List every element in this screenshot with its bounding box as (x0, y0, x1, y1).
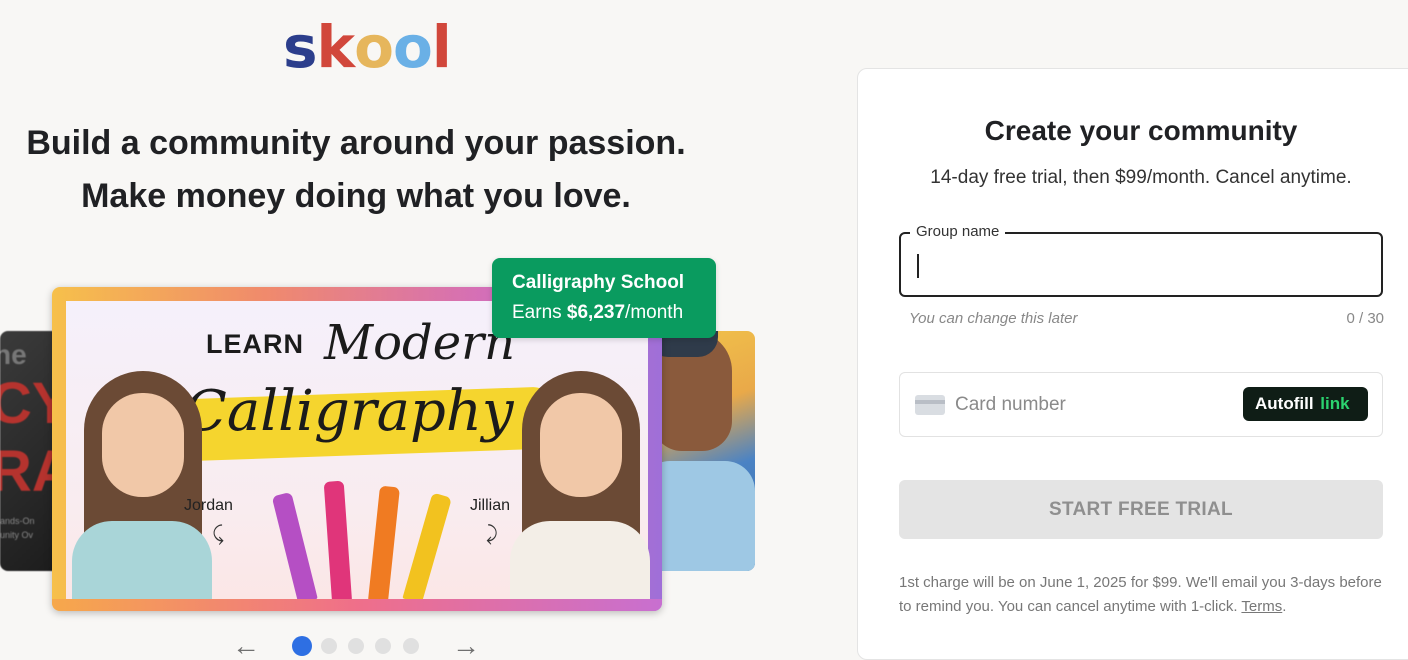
disclaimer-text: 1st charge will be on June 1, 2025 for $… (899, 574, 1382, 615)
group-name-hint: You can change this later (909, 310, 1078, 327)
badge-earnings: Earns $6,237/month (512, 302, 696, 324)
terms-suffix: . (1282, 598, 1287, 615)
create-community-panel: Create your community 14-day free trial,… (857, 68, 1408, 660)
marker-yellow (402, 492, 452, 604)
credit-card-icon (915, 395, 945, 415)
instructor-jordan-photo (66, 371, 216, 611)
card-image: LEARN Modern Calligraphy Jordan ⤹ Jillia… (66, 301, 650, 611)
logo-letter: s (283, 13, 318, 81)
label-jillian: Jillian (470, 497, 511, 514)
link-brand-label: link (1320, 394, 1350, 413)
logo-letter: k (316, 13, 356, 81)
skool-logo[interactable]: skool (283, 13, 452, 81)
card-number-field[interactable]: Card number Autofill link (899, 372, 1383, 437)
carousel-dot-1[interactable] (292, 636, 312, 656)
label-jordan: Jordan (184, 497, 233, 514)
earnings-badge: Calligraphy School Earns $6,237/month (492, 258, 716, 338)
prev-card-text: ne (0, 339, 27, 370)
earns-suffix: /month (625, 302, 684, 323)
marker-purple (271, 491, 318, 604)
group-name-field[interactable] (899, 232, 1383, 297)
body-shape (510, 521, 650, 611)
marker-pink (323, 480, 352, 602)
group-name-input[interactable] (915, 246, 1365, 286)
carousel-dot-5[interactable] (403, 638, 419, 654)
earns-amount: $6,237 (566, 302, 626, 323)
face-shape (102, 393, 184, 497)
card-number-placeholder: Card number (955, 394, 1066, 415)
body-shape (72, 521, 212, 611)
logo-letter: o (392, 13, 433, 81)
hero-headline-line1: Build a community around your passion. (26, 124, 686, 162)
logo-letter: o (354, 13, 394, 81)
card-bottom-bar (52, 599, 662, 611)
arrow-right-icon[interactable]: → (452, 632, 480, 660)
marker-orange (368, 485, 400, 603)
start-free-trial-button[interactable]: START FREE TRIAL (899, 480, 1383, 539)
group-name-char-count: 0 / 30 (1346, 310, 1384, 327)
instructor-jillian-photo (504, 371, 654, 611)
group-name-label: Group name (910, 223, 1006, 240)
carousel-dot-2[interactable] (321, 638, 337, 654)
card-title-learn: LEARN (206, 329, 304, 359)
panel-title: Create your community (984, 115, 1298, 146)
autofill-label: Autofill (1255, 394, 1314, 413)
terms-link[interactable]: Terms (1241, 598, 1282, 615)
curved-arrow-icon: ⤹ (212, 523, 224, 545)
card-title-modern: Modern (324, 315, 516, 371)
markers-image (271, 471, 452, 604)
autofill-link-button[interactable]: Autofill link (1243, 387, 1368, 421)
logo-letter: l (431, 13, 452, 81)
prev-card-text: ands-On unity Ov (0, 516, 35, 540)
badge-community-name: Calligraphy School (512, 272, 685, 293)
carousel-pager: ← → (230, 628, 490, 660)
panel-subtitle: 14-day free trial, then $99/month. Cance… (930, 167, 1352, 188)
billing-disclaimer: 1st charge will be on June 1, 2025 for $… (899, 571, 1389, 619)
earns-prefix: Earns (512, 302, 567, 323)
card-title-calligraphy: Calligraphy (184, 379, 514, 444)
face-shape (540, 393, 622, 497)
carousel-dot-4[interactable] (375, 638, 391, 654)
hero-headline-line2: Make money doing what you love. (81, 177, 631, 215)
carousel-dot-3[interactable] (348, 638, 364, 654)
curved-arrow-icon: ⤸ (486, 523, 498, 545)
arrow-left-icon[interactable]: ← (232, 632, 260, 660)
